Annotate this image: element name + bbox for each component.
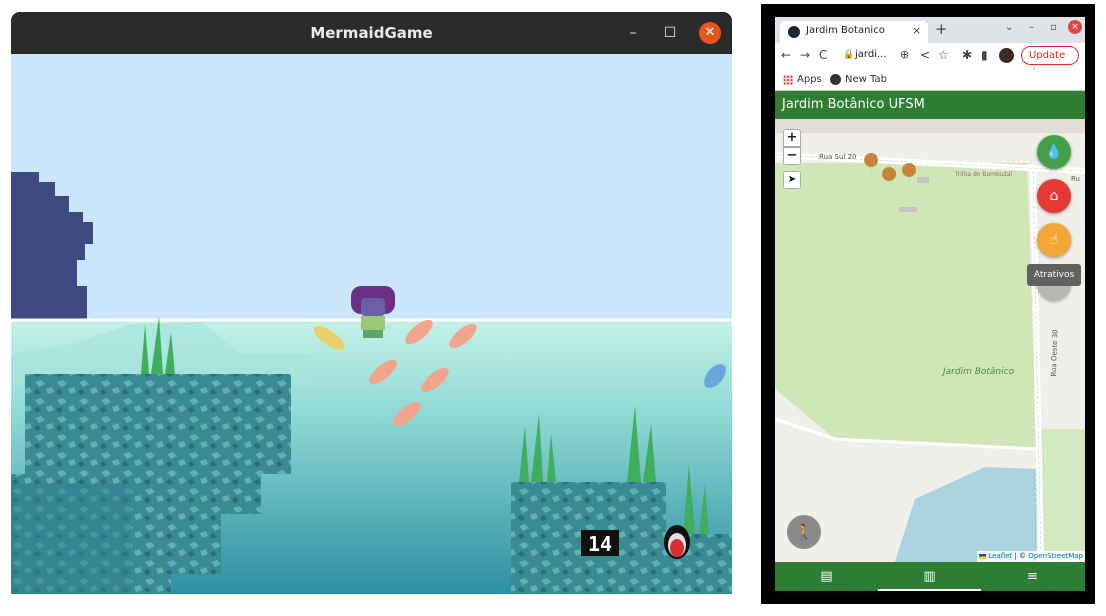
- bookmark-new-tab[interactable]: New Tab: [845, 74, 887, 85]
- home-fab-button[interactable]: ⌂: [1037, 179, 1071, 213]
- game-window: MermaidGame – ☐ ✕ 14: [11, 12, 732, 594]
- forward-icon[interactable]: →: [800, 48, 810, 62]
- tab-search-icon[interactable]: ⌄: [1005, 22, 1013, 33]
- zoom-in-button[interactable]: +: [783, 129, 801, 147]
- lock-icon[interactable]: 🔒: [843, 50, 854, 60]
- inbox-icon[interactable]: ▤: [775, 562, 878, 591]
- walk-icon[interactable]: 🚶: [787, 515, 821, 549]
- nature-fab-button[interactable]: 💧: [1037, 135, 1071, 169]
- tab-close-icon[interactable]: ×: [912, 24, 921, 37]
- browser-tab[interactable]: Jardim Botanico ×: [780, 21, 928, 43]
- trail-label: Trilha do Bambuzal: [955, 171, 1013, 178]
- close-button[interactable]: ✕: [699, 22, 721, 44]
- street-label: Rua Oeste 30: [1049, 329, 1060, 377]
- window-minimize-button[interactable]: –: [1029, 22, 1034, 33]
- attribution-separator: | ©: [1012, 552, 1029, 560]
- extensions-icon[interactable]: ✱: [962, 48, 972, 62]
- address-bar[interactable]: jardi...: [855, 49, 887, 60]
- game-canvas[interactable]: 14: [11, 54, 732, 594]
- minimize-button[interactable]: –: [622, 22, 644, 44]
- reload-icon[interactable]: C: [819, 48, 827, 62]
- map-tiles[interactable]: [775, 119, 1085, 562]
- share-icon[interactable]: <: [920, 48, 930, 62]
- maximize-button[interactable]: ☐: [659, 22, 681, 44]
- window-close-button[interactable]: ×: [1068, 20, 1082, 34]
- leaflet-link[interactable]: Leaflet: [988, 552, 1012, 560]
- potion-icon: [664, 525, 690, 559]
- bottom-navigation: ▤ ▥ ≡: [775, 562, 1085, 591]
- chrome-icon: [830, 74, 841, 85]
- update-button[interactable]: Update ⋮: [1021, 46, 1079, 78]
- back-icon[interactable]: ←: [781, 48, 791, 62]
- attractions-fab-button[interactable]: ☝: [1037, 223, 1071, 257]
- new-tab-button[interactable]: +: [935, 20, 948, 38]
- side-panel-icon[interactable]: ▮: [981, 48, 988, 62]
- bookmarks-bar: Apps New Tab: [775, 69, 1085, 91]
- street-label: Rua Sul 20: [819, 153, 857, 161]
- browser-toolbar: ← → C 🔒 jardi... ⊕ < ☆ ✱ ▮ Update ⋮: [775, 43, 1085, 78]
- sky: [11, 54, 732, 320]
- left-rock-dark: [11, 484, 131, 594]
- tab-title: Jardim Botanico: [806, 25, 885, 36]
- locate-icon[interactable]: ➤: [783, 171, 801, 189]
- favicon-icon: [788, 26, 800, 38]
- osm-link[interactable]: OpenStreetMap: [1028, 552, 1083, 560]
- tooltip: Atrativos: [1027, 264, 1081, 286]
- area-label: Jardim Botânico: [943, 367, 1015, 377]
- app-header: Jardim Botânico UFSM: [775, 91, 1085, 119]
- window-maximize-button[interactable]: ▫: [1050, 22, 1057, 33]
- window-titlebar[interactable]: MermaidGame – ☐ ✕: [11, 12, 732, 54]
- app-title: Jardim Botânico UFSM: [782, 97, 925, 112]
- score-counter: 14: [588, 532, 612, 556]
- profile-avatar[interactable]: [999, 48, 1014, 63]
- street-label: Ru: [1071, 175, 1080, 183]
- phone-frame: Jardim Botanico × + ⌄ – ▫ × ← → C 🔒 jard…: [761, 4, 1095, 604]
- map-view[interactable]: Rua Sul 20 Ru Trilha do Bambuzal Rua Oes…: [775, 119, 1085, 562]
- map-attribution: Leaflet | © OpenStreetMap: [977, 551, 1085, 562]
- browser-chrome: Jardim Botanico × + ⌄ – ▫ × ← → C 🔒 jard…: [775, 17, 1085, 91]
- zoom-out-button[interactable]: −: [783, 147, 801, 165]
- ukraine-flag-icon: [979, 553, 987, 559]
- bookmark-star-icon[interactable]: ☆: [938, 48, 949, 62]
- install-icon[interactable]: ⊕: [900, 48, 909, 61]
- menu-icon[interactable]: ≡: [981, 562, 1084, 591]
- bookmark-apps[interactable]: Apps: [797, 74, 822, 85]
- apps-grid-icon[interactable]: [783, 75, 793, 85]
- map-icon[interactable]: ▥: [878, 562, 981, 591]
